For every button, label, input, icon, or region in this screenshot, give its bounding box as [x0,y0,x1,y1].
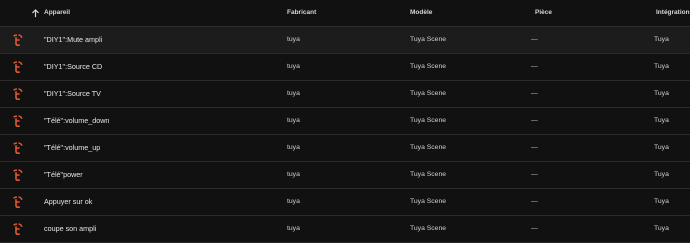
table-row[interactable]: Appuyer sur ok tuya Tuya Scene — Tuya [0,189,690,216]
integration-cell: Tuya [654,36,669,43]
table-row[interactable]: "Télé":volume_down tuya Tuya Scene — Tuya [0,108,690,135]
device-name[interactable]: "Télé":volume_down [44,108,109,134]
table-header: Appareil Fabricant Modèle Pièce Intégrat… [0,0,690,27]
integration-cell: Tuya [654,144,669,151]
column-header-appareil[interactable]: Appareil [44,0,70,26]
table-row[interactable]: coupe son ampli tuya Tuya Scene — Tuya [0,216,690,243]
device-name[interactable]: "DIY1":Source CD [44,54,102,80]
device-name[interactable]: "Télé"power [44,162,83,188]
model-cell: Tuya Scene [410,225,447,232]
manufacturer-cell: tuya [287,63,300,70]
device-name[interactable]: "DIY1":Mute ampli [44,27,102,53]
model-cell: Tuya Scene [410,36,447,43]
manufacturer-cell: tuya [287,90,300,97]
integration-cell: Tuya [654,225,669,232]
device-name[interactable]: coupe son ampli [44,216,96,242]
manufacturer-cell: tuya [287,36,300,43]
tuya-icon [11,222,24,236]
tuya-icon [11,114,24,128]
integration-cell: Tuya [654,171,669,178]
manufacturer-cell: tuya [287,198,300,205]
table-row[interactable]: "DIY1":Source TV tuya Tuya Scene — Tuya [0,81,690,108]
integration-cell: Tuya [654,90,669,97]
column-header-modele[interactable]: Modèle [410,0,432,26]
tuya-icon [11,195,24,209]
model-cell: Tuya Scene [410,144,447,151]
table-row[interactable]: "Télé":volume_up tuya Tuya Scene — Tuya [0,135,690,162]
tuya-icon [11,60,24,74]
room-cell: — [531,225,538,232]
room-cell: — [531,36,538,43]
room-cell: — [531,171,538,178]
table-row[interactable]: "DIY1":Mute ampli tuya Tuya Scene — Tuya [0,27,690,54]
arrow-up-icon[interactable] [31,0,40,26]
room-cell: — [531,198,538,205]
manufacturer-cell: tuya [287,225,300,232]
manufacturer-cell: tuya [287,117,300,124]
room-cell: — [531,90,538,97]
devices-table: Appareil Fabricant Modèle Pièce Intégrat… [0,0,690,243]
room-cell: — [531,63,538,70]
table-row[interactable]: "Télé"power tuya Tuya Scene — Tuya [0,162,690,189]
room-cell: — [531,144,538,151]
column-header-piece[interactable]: Pièce [535,0,552,26]
column-header-integration[interactable]: Intégration [656,0,690,26]
model-cell: Tuya Scene [410,117,447,124]
model-cell: Tuya Scene [410,198,447,205]
integration-cell: Tuya [654,63,669,70]
model-cell: Tuya Scene [410,63,447,70]
integration-cell: Tuya [654,117,669,124]
model-cell: Tuya Scene [410,171,447,178]
manufacturer-cell: tuya [287,171,300,178]
manufacturer-cell: tuya [287,144,300,151]
tuya-icon [11,141,24,155]
table-row[interactable]: "DIY1":Source CD tuya Tuya Scene — Tuya [0,54,690,81]
device-name[interactable]: "Télé":volume_up [44,135,100,161]
tuya-icon [11,87,24,101]
tuya-icon [11,168,24,182]
column-header-fabricant[interactable]: Fabricant [287,0,316,26]
room-cell: — [531,117,538,124]
device-name[interactable]: "DIY1":Source TV [44,81,101,107]
device-name[interactable]: Appuyer sur ok [44,189,92,215]
tuya-icon [11,33,24,47]
model-cell: Tuya Scene [410,90,447,97]
integration-cell: Tuya [654,198,669,205]
